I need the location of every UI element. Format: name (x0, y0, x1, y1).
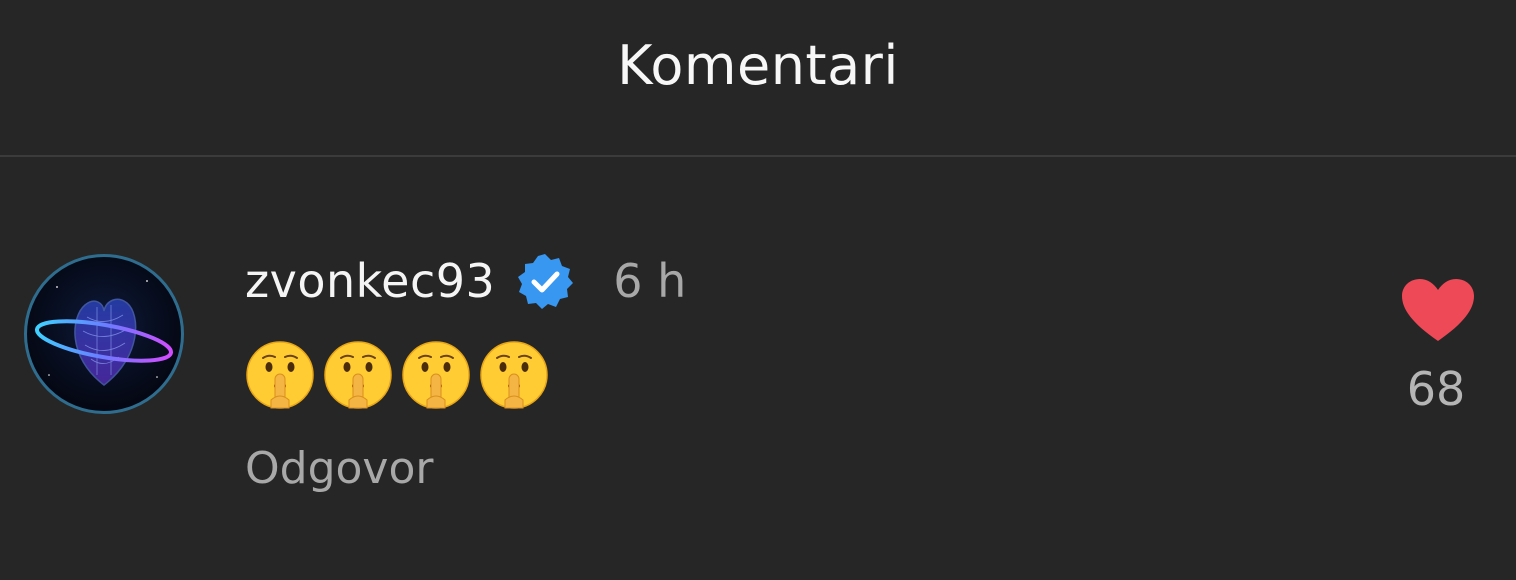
heart-icon (1402, 279, 1474, 341)
shushing-face-icon (402, 341, 470, 409)
verified-badge-icon (515, 251, 575, 311)
heart-globe-avatar-icon (34, 280, 174, 386)
comment-timestamp: 6 h (613, 254, 687, 308)
like-count: 68 (1406, 362, 1466, 416)
reply-button[interactable]: Odgovor (245, 443, 433, 494)
comment-meta: zvonkec93 6 h (245, 249, 686, 313)
shushing-face-icon (324, 341, 392, 409)
page-title: Komentari (617, 34, 899, 97)
comment-text (245, 340, 549, 410)
comment-item: zvonkec93 6 h Odgovor 68 (0, 157, 1516, 580)
shushing-face-icon (246, 341, 314, 409)
shushing-face-icon (480, 341, 548, 409)
username[interactable]: zvonkec93 (245, 254, 495, 308)
comments-header: Komentari (0, 0, 1516, 155)
like-button[interactable] (1400, 277, 1476, 343)
avatar[interactable] (24, 254, 184, 414)
